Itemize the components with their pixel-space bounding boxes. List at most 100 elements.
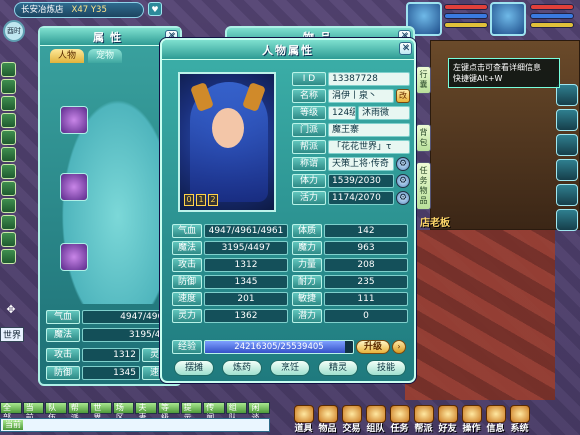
menu-item-props[interactable]: 道具 (292, 403, 315, 435)
menu-label: 好友 (438, 424, 457, 434)
left-shortcut-icon[interactable] (1, 232, 16, 247)
gear-icon[interactable]: ⚙ (396, 157, 410, 171)
next-page-button[interactable]: › (392, 340, 406, 354)
left-shortcut-icon[interactable] (1, 113, 16, 128)
menu-item-system[interactable]: 系统 (508, 403, 531, 435)
menu-item-team[interactable]: 组队 (364, 403, 387, 435)
compass-icon[interactable]: ✥ (3, 303, 19, 319)
skills-button[interactable]: 技能 (366, 360, 406, 376)
left-shortcut-icon[interactable] (1, 249, 16, 264)
stat-row: 耐力 235 (292, 275, 408, 289)
left-shortcut-icon[interactable] (1, 198, 16, 213)
stat-value: 1362 (204, 309, 288, 323)
rename-button[interactable]: 改 (396, 89, 410, 103)
info-value: 涓伊丨泉丶 (328, 89, 394, 103)
chat-input[interactable]: 当前 (0, 418, 270, 432)
right-shortcut-icon[interactable] (556, 134, 578, 156)
left-icon-column (1, 62, 16, 264)
props-icon (293, 405, 314, 423)
location-bar[interactable]: 长安冶炼店 X47 Y35 (14, 2, 144, 18)
main-panel-header[interactable]: 人物属性 ✕ (162, 40, 414, 60)
side-tab-pack[interactable]: 行囊 (416, 66, 431, 94)
stat-label: 攻击 (172, 258, 202, 272)
menu-item-trade[interactable]: 交易 (340, 403, 363, 435)
chat-tab[interactable]: 帮派 (67, 402, 90, 422)
upgrade-button[interactable]: 升级 (356, 340, 390, 354)
chat-tab[interactable]: 当前 (22, 402, 45, 422)
left-shortcut-icon[interactable] (1, 62, 16, 77)
stat-label: 灵力 (172, 309, 202, 323)
info-label: 等级 (292, 106, 326, 120)
left-shortcut-icon[interactable] (1, 147, 16, 162)
side-tab-quest-items[interactable]: 任务物品 (416, 162, 431, 210)
menu-item-guild[interactable]: 帮派 (412, 403, 435, 435)
menu-item-quest[interactable]: 任务 (388, 403, 411, 435)
spirit-button[interactable]: 精灵 (318, 360, 358, 376)
tab-pet[interactable]: 宠物 (88, 49, 123, 63)
heart-icon[interactable]: ♥ (148, 2, 162, 16)
chat-tab[interactable]: 全部 (0, 402, 22, 422)
cooking-button[interactable]: 烹饪 (270, 360, 310, 376)
rank-digit: 2 (208, 194, 218, 206)
stat-label: 耐力 (292, 275, 322, 289)
menu-item-info[interactable]: 信息 (484, 403, 507, 435)
left-shortcut-icon[interactable] (1, 181, 16, 196)
back-stat-defense: 防御 1345 速度 (46, 366, 176, 380)
right-shortcut-icon[interactable] (556, 159, 578, 181)
close-icon[interactable]: ✕ (399, 42, 412, 55)
stat-value: 201 (204, 292, 288, 306)
left-shortcut-icon[interactable] (1, 130, 16, 145)
clock-dial: 酉时 (3, 20, 25, 42)
npc-name[interactable]: 店老板 (420, 214, 450, 229)
left-shortcut-icon[interactable] (1, 215, 16, 230)
chat-tab[interactable]: 闲谈 (248, 402, 270, 422)
character-attributes-panel[interactable]: 人物属性 ✕ 0 1 2 I D 13387728 名称 涓伊丨泉丶 改 等级 … (160, 38, 416, 383)
chat-tab[interactable]: 队伍 (45, 402, 67, 422)
menu-item-friends[interactable]: 好友 (436, 403, 459, 435)
stat-row: 攻击 1312 (172, 258, 288, 272)
chat-tab[interactable]: 夫妻 (135, 402, 158, 422)
right-shortcut-icon[interactable] (556, 209, 578, 231)
menu-item-action[interactable]: 操作 (460, 403, 483, 435)
gear-icon[interactable]: ⚙ (396, 191, 410, 205)
stall-button[interactable]: 摆摊 (174, 360, 214, 376)
left-shortcut-icon[interactable] (1, 164, 16, 179)
menu-label: 信息 (486, 424, 505, 434)
tooltip: 左键点击可查看详细信息 快捷键Alt+W (448, 58, 560, 88)
side-tab-bag[interactable]: 背包 (416, 124, 431, 152)
pet-bars (444, 4, 488, 28)
team-icon (365, 405, 386, 423)
chat-tab[interactable]: 传闻 (203, 402, 225, 422)
info-value: 1174/2070 (328, 191, 394, 205)
gear-icon[interactable]: ⚙ (396, 174, 410, 188)
skill-slot-icon[interactable] (60, 243, 88, 271)
right-shortcut-icon[interactable] (556, 109, 578, 131)
stat-label: 魔法 (172, 241, 202, 255)
menu-label: 物品 (318, 424, 337, 434)
skill-slot-icon[interactable] (60, 106, 88, 134)
left-shortcut-icon[interactable] (1, 96, 16, 111)
title-select[interactable]: 天策上将·传奇 (328, 157, 394, 171)
left-shortcut-icon[interactable] (1, 79, 16, 94)
exp-text: 24216305/25539405 (234, 342, 324, 352)
stat-label: 魔力 (292, 241, 322, 255)
menu-label: 系统 (510, 424, 529, 434)
info-label: 名称 (292, 89, 326, 103)
info-value: 魔王寨 (328, 123, 410, 137)
chat-tab[interactable]: 等级 (158, 402, 180, 422)
right-shortcut-icon[interactable] (556, 184, 578, 206)
menu-item-items[interactable]: 物品 (316, 403, 339, 435)
attribute-panel-header[interactable]: 属性 ✕ (40, 28, 180, 46)
player-portrait[interactable] (490, 2, 526, 36)
right-icon-column (556, 84, 578, 231)
chat-tab[interactable]: 组队 (225, 402, 248, 422)
exp-bar: 24216305/25539405 (204, 340, 354, 354)
chat-tab[interactable]: 提示 (180, 402, 203, 422)
alchemy-button[interactable]: 炼药 (222, 360, 262, 376)
chat-tab[interactable]: 场区 (112, 402, 135, 422)
chat-input-channel[interactable]: 当前 (3, 420, 23, 430)
tab-character[interactable]: 人物 (50, 49, 85, 63)
chat-tab[interactable]: 世界 (90, 402, 112, 422)
skill-slot-icon[interactable] (60, 173, 88, 201)
world-channel-button[interactable]: 世界 (0, 327, 25, 342)
